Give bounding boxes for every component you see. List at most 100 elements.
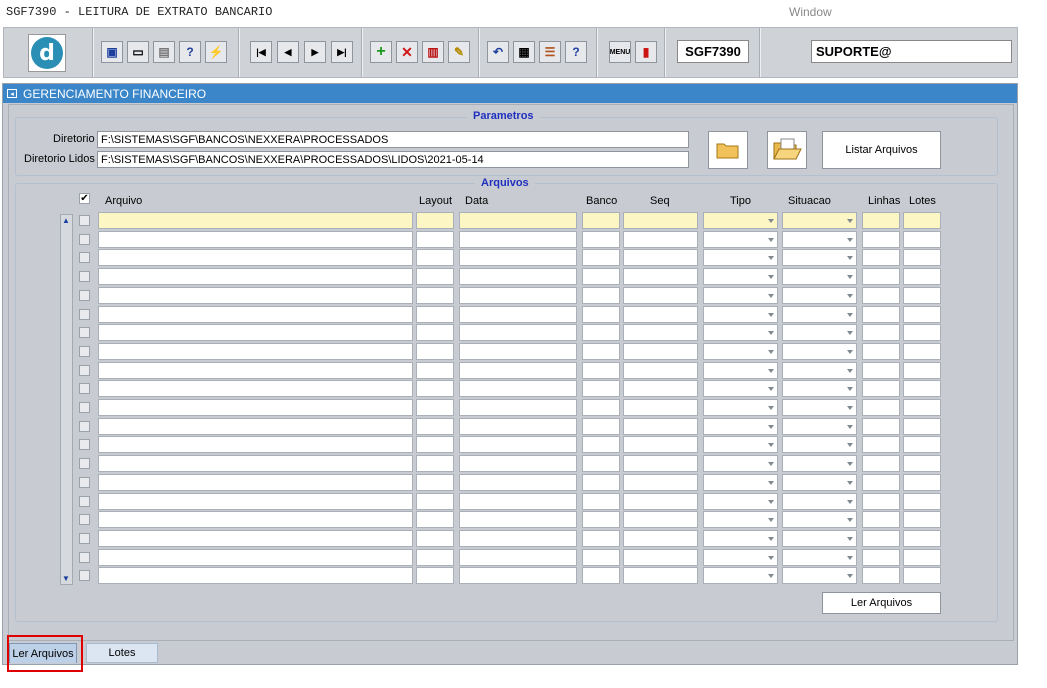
- scroll-down-icon[interactable]: ▼: [62, 574, 70, 583]
- cell-linhas[interactable]: [862, 492, 900, 510]
- cell-lotes[interactable]: [903, 342, 941, 360]
- cell-linhas[interactable]: [862, 249, 900, 267]
- cell-tipo[interactable]: [703, 455, 778, 473]
- cell-banco[interactable]: [582, 324, 620, 342]
- cell-tipo[interactable]: [703, 361, 778, 379]
- cell-tipo[interactable]: [703, 529, 778, 547]
- cell-linhas[interactable]: [862, 529, 900, 547]
- cell-seq[interactable]: [623, 511, 698, 529]
- row-checkbox[interactable]: [79, 532, 90, 544]
- cell-data[interactable]: [459, 268, 577, 286]
- cell-layout[interactable]: [416, 567, 454, 585]
- cell-situacao[interactable]: [782, 399, 857, 416]
- cell-arquivo[interactable]: [98, 212, 413, 229]
- cell-arquivo[interactable]: [98, 286, 413, 304]
- cell-situacao[interactable]: [782, 212, 857, 229]
- row-checkbox[interactable]: [79, 439, 90, 451]
- cell-situacao[interactable]: [782, 473, 857, 491]
- cell-linhas[interactable]: [862, 473, 900, 491]
- cell-data[interactable]: [459, 455, 577, 473]
- cell-tipo[interactable]: [703, 380, 778, 398]
- cell-seq[interactable]: [623, 492, 698, 510]
- cell-banco[interactable]: [582, 305, 620, 323]
- cell-banco[interactable]: [582, 286, 620, 304]
- cell-situacao[interactable]: [782, 286, 857, 304]
- cell-layout[interactable]: [416, 305, 454, 323]
- cell-banco[interactable]: [582, 567, 620, 585]
- cell-lotes[interactable]: [903, 212, 941, 229]
- cell-arquivo[interactable]: [98, 324, 413, 342]
- cell-banco[interactable]: [582, 492, 620, 510]
- row-checkbox[interactable]: [79, 383, 90, 395]
- cell-situacao[interactable]: [782, 324, 857, 342]
- cell-situacao[interactable]: [782, 436, 857, 454]
- cell-arquivo[interactable]: [98, 361, 413, 379]
- cell-linhas[interactable]: [862, 455, 900, 473]
- cell-arquivo[interactable]: [98, 548, 413, 566]
- cell-arquivo[interactable]: [98, 473, 413, 491]
- cell-banco[interactable]: [582, 249, 620, 267]
- cell-lotes[interactable]: [903, 417, 941, 435]
- cell-linhas[interactable]: [862, 511, 900, 529]
- cell-linhas[interactable]: [862, 305, 900, 323]
- cell-layout[interactable]: [416, 268, 454, 286]
- duplicate-record-icon[interactable]: ▥: [422, 41, 444, 63]
- next-record-icon[interactable]: ▶: [304, 41, 326, 63]
- ler-arquivos-button[interactable]: Ler Arquivos: [822, 592, 941, 614]
- cell-seq[interactable]: [623, 324, 698, 342]
- cell-linhas[interactable]: [862, 268, 900, 286]
- cell-data[interactable]: [459, 342, 577, 360]
- exit-icon[interactable]: ▮: [635, 41, 657, 63]
- cell-tipo[interactable]: [703, 473, 778, 491]
- diretorio-lidos-field[interactable]: F:\SISTEMAS\SGF\BANCOS\NEXXERA\PROCESSAD…: [97, 151, 689, 168]
- grid-scrollbar[interactable]: ▲ ▼: [60, 214, 73, 585]
- diretorio-field[interactable]: F:\SISTEMAS\SGF\BANCOS\NEXXERA\PROCESSAD…: [97, 131, 689, 148]
- row-checkbox[interactable]: [79, 289, 90, 301]
- cell-arquivo[interactable]: [98, 230, 413, 248]
- tab-lotes[interactable]: Lotes: [86, 643, 158, 663]
- cell-layout[interactable]: [416, 230, 454, 248]
- row-checkbox[interactable]: [79, 215, 90, 226]
- cell-arquivo[interactable]: [98, 380, 413, 398]
- cell-data[interactable]: [459, 380, 577, 398]
- cell-layout[interactable]: [416, 212, 454, 229]
- cell-seq[interactable]: [623, 305, 698, 323]
- cell-lotes[interactable]: [903, 380, 941, 398]
- cell-data[interactable]: [459, 361, 577, 379]
- row-checkbox[interactable]: [79, 402, 90, 413]
- cell-layout[interactable]: [416, 324, 454, 342]
- cell-tipo[interactable]: [703, 436, 778, 454]
- cell-seq[interactable]: [623, 212, 698, 229]
- cell-lotes[interactable]: [903, 567, 941, 585]
- row-checkbox[interactable]: [79, 570, 90, 582]
- cell-seq[interactable]: [623, 268, 698, 286]
- clear-record-icon[interactable]: ✎: [448, 41, 470, 63]
- cell-lotes[interactable]: [903, 230, 941, 248]
- cell-layout[interactable]: [416, 455, 454, 473]
- cell-linhas[interactable]: [862, 342, 900, 360]
- cell-tipo[interactable]: [703, 567, 778, 585]
- cell-arquivo[interactable]: [98, 417, 413, 435]
- undo-icon[interactable]: ↶: [487, 41, 509, 63]
- cell-arquivo[interactable]: [98, 342, 413, 360]
- cell-banco[interactable]: [582, 455, 620, 473]
- cell-layout[interactable]: [416, 548, 454, 566]
- cell-arquivo[interactable]: [98, 529, 413, 547]
- cell-situacao[interactable]: [782, 567, 857, 585]
- scroll-up-icon[interactable]: ▲: [62, 216, 70, 225]
- cell-layout[interactable]: [416, 380, 454, 398]
- cell-seq[interactable]: [623, 230, 698, 248]
- cell-tipo[interactable]: [703, 511, 778, 529]
- cell-data[interactable]: [459, 436, 577, 454]
- menu-icon[interactable]: MENU: [609, 41, 631, 63]
- cell-linhas[interactable]: [862, 212, 900, 229]
- cell-situacao[interactable]: [782, 511, 857, 529]
- cell-linhas[interactable]: [862, 399, 900, 416]
- list-values-icon[interactable]: ☰: [539, 41, 561, 63]
- cell-layout[interactable]: [416, 511, 454, 529]
- cell-arquivo[interactable]: [98, 249, 413, 267]
- window-icon[interactable]: ▭: [127, 41, 149, 63]
- row-checkbox[interactable]: [79, 308, 90, 320]
- cell-tipo[interactable]: [703, 212, 778, 229]
- cell-lotes[interactable]: [903, 511, 941, 529]
